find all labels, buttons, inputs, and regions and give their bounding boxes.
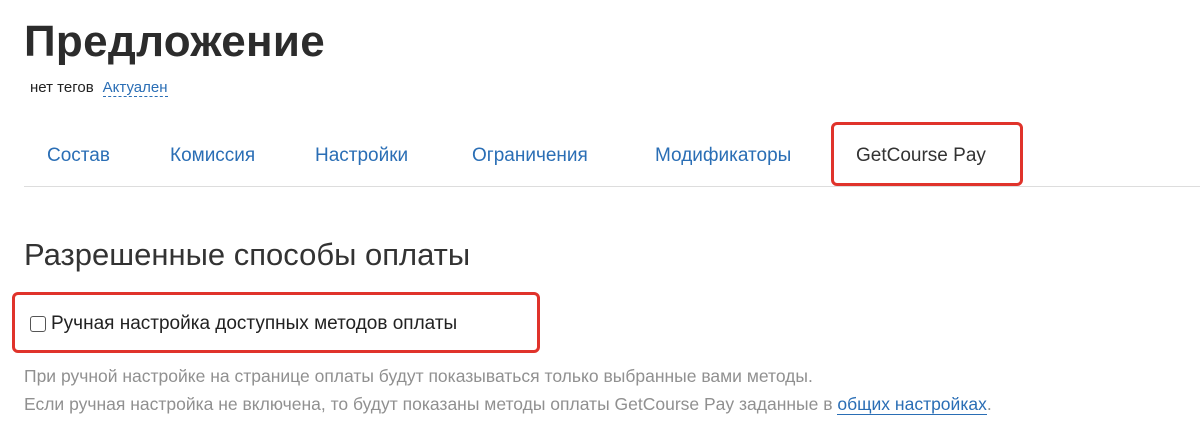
tab-bar: Состав Комиссия Настройки Ограничения Мо…	[24, 130, 1200, 187]
tab-modifiers[interactable]: Модификаторы	[655, 130, 791, 185]
general-settings-link[interactable]: общих настройках	[837, 394, 987, 415]
help-line-2-suffix: .	[986, 394, 992, 414]
tags-row: нет тегов Актуален	[30, 78, 168, 98]
help-line-2: Если ручная настройка не включена, то бу…	[24, 390, 992, 418]
tab-getcourse-pay[interactable]: GetCourse Pay	[856, 130, 986, 185]
tab-restrictions[interactable]: Ограничения	[472, 130, 588, 185]
manual-methods-checkbox-label[interactable]: Ручная настройка доступных методов оплат…	[51, 311, 457, 337]
status-link[interactable]: Актуален	[102, 79, 168, 97]
manual-methods-checkbox[interactable]	[30, 316, 46, 332]
help-line-1: При ручной настройке на странице оплаты …	[24, 366, 813, 386]
tab-commission[interactable]: Комиссия	[170, 130, 255, 185]
tab-settings[interactable]: Настройки	[315, 130, 408, 185]
help-line-2-prefix: Если ручная настройка не включена, то бу…	[24, 394, 838, 414]
manual-methods-checkbox-row[interactable]: Ручная настройка доступных методов оплат…	[30, 310, 457, 338]
section-title: Разрешенные способы оплаты	[24, 237, 471, 272]
help-text: При ручной настройке на странице оплаты …	[24, 362, 992, 418]
page-title: Предложение	[24, 17, 326, 66]
no-tags-label: нет тегов	[30, 79, 94, 96]
tab-composition[interactable]: Состав	[47, 130, 110, 185]
